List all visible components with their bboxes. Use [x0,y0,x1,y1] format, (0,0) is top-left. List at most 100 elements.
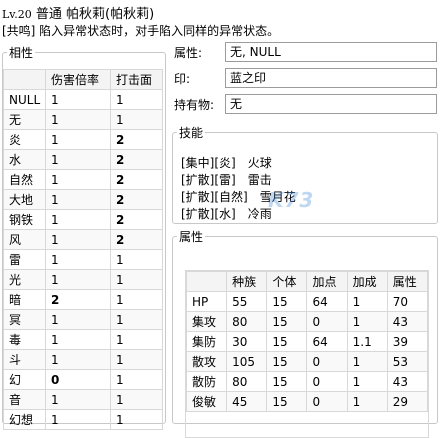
stat-iv-cell: 15 [266,351,308,372]
stat-points-cell: 64 [306,291,348,312]
stats-header-row: 种族 个体 加点 加成 属性 [185,271,429,292]
affinity-hits-cell: 2 [110,229,163,250]
affinity-damage-cell: 1 [45,389,111,410]
affinity-damage-cell: 1 [45,209,111,230]
stat-points-cell: 0 [306,351,348,372]
affinity-type-cell: 斗 [3,349,46,370]
attribute-label: 属性: [174,46,203,60]
stats-row[interactable]: HP 55 15 64 1 70 [185,291,429,312]
skills-legend: 技能 [179,126,204,140]
affinity-row[interactable]: 幻01 [3,369,163,390]
affinity-type-cell: 风 [3,229,46,250]
stat-value-cell: 29 [386,391,429,412]
held-item-label: 持有物: [174,98,215,112]
seal-field[interactable]: 蓝之印 [225,68,437,88]
affinity-row[interactable]: 钢铁 1 2 [3,209,163,230]
stat-name-cell: HP [185,291,228,312]
affinity-row[interactable]: 雷11 [3,249,163,270]
affinity-hits-cell: 1 [110,289,163,310]
affinity-type-cell: 炎 [3,129,46,150]
affinity-hits-cell: 1 [110,109,163,130]
affinity-damage-cell: 1 [45,269,111,290]
affinity-row[interactable]: NULL 1 1 [3,89,163,110]
affinity-damage-cell: 1 [45,149,111,170]
stat-bonus-cell: 1 [346,371,388,392]
stats-col-value[interactable]: 属性 [386,271,429,292]
stats-col-bonus[interactable]: 加成 [346,271,388,292]
affinity-row[interactable]: 冥11 [3,309,163,330]
affinity-type-cell: 音 [3,389,46,410]
stats-row[interactable]: 集攻 80 15 0 1 43 [185,311,429,332]
affinity-type-cell: 自然 [3,169,46,190]
affinity-row[interactable]: 水12 [3,149,163,170]
stat-value-cell: 43 [386,371,429,392]
affinity-type-cell: 钢铁 [3,209,46,230]
affinity-table: 伤害倍率 打击面 NULL 1 1 无 1 1 炎 1 2 水 1 2 自然 1 2 大地 1 2 钢铁 1 2 风 1 2 雷… [3,69,163,430]
affinity-hits-cell: 1 [110,349,163,370]
stat-name-cell: 集防 [185,331,228,352]
stat-base-cell: 55 [226,291,268,312]
affinity-damage-cell: 0 [45,369,111,390]
affinity-row[interactable]: 斗11 [3,349,163,370]
stat-name-cell: 散攻 [185,351,228,372]
stats-table: 种族 个体 加点 加成 属性 HP 55 15 64 1 70 集攻 80 15 0 1 43 集防 30… [185,271,429,412]
affinity-col-hits[interactable]: 打击面 [110,69,163,90]
affinity-type-cell: 雷 [3,249,46,270]
stats-legend: 属性 [179,230,204,244]
affinity-hits-cell: 1 [110,89,163,110]
affinity-damage-cell: 1 [45,249,111,270]
stats-row[interactable]: 散攻 105 15 0 1 53 [185,351,429,372]
affinity-header-row: 伤害倍率 打击面 [3,69,163,90]
stat-bonus-cell: 1 [346,351,388,372]
ability-description: [共鸣] 陷入异常状态时，对手陷入同样的异常状态。 [2,24,280,38]
affinity-row[interactable]: 无11 [3,109,163,130]
stat-iv-cell: 15 [266,331,308,352]
stat-iv-cell: 15 [266,311,308,332]
stat-iv-cell: 15 [266,391,308,412]
affinity-type-cell: 暗 [3,289,46,310]
skill-item: [集中][炎] 火球 [181,156,272,170]
stat-value-cell: 39 [386,331,429,352]
affinity-row[interactable]: 音11 [3,389,163,410]
affinity-row[interactable]: 大地 1 2 [3,189,163,210]
stats-row[interactable]: 俊敏 45 15 0 1 29 [185,391,429,412]
stat-bonus-cell: 1 [346,291,388,312]
affinity-damage-cell: 1 [45,329,111,350]
affinity-row[interactable]: 风12 [3,229,163,250]
affinity-row[interactable]: 光11 [3,269,163,290]
stat-points-cell: 0 [306,391,348,412]
affinity-row[interactable]: 暗21 [3,289,163,310]
monster-title: Lv.20 普通 帕秋莉(帕秋莉) [2,3,154,22]
affinity-damage-cell: 1 [45,129,111,150]
affinity-type-cell: 无 [3,109,46,130]
stats-col-points[interactable]: 加点 [306,271,348,292]
affinity-type-cell: NULL [3,89,46,110]
affinity-row[interactable]: 炎12 [3,129,163,150]
monster-name: 帕秋莉(帕秋莉) [66,7,155,22]
affinity-group: 相性 伤害倍率 打击面 NULL 1 1 无 1 1 炎 1 2 水 1 2 自然 1 2 大地 1 2 钢铁 1 2 风… [2,44,166,430]
affinity-hits-cell: 2 [110,169,163,190]
difficulty-label: 普通 [35,7,62,22]
stat-base-cell: 30 [226,331,268,352]
affinity-col-type[interactable] [3,69,46,90]
stats-col-base[interactable]: 种族 [226,271,268,292]
stats-col-iv[interactable]: 个体 [266,271,308,292]
affinity-row[interactable]: 自然 1 2 [3,169,163,190]
stat-iv-cell: 15 [266,371,308,392]
stat-points-cell: 64 [306,331,348,352]
attribute-field[interactable]: 无, NULL [225,42,437,62]
affinity-hits-cell: 1 [110,249,163,270]
stats-row[interactable]: 集防 30 15 64 1.1 39 [185,331,429,352]
affinity-hits-cell: 2 [110,129,163,150]
stats-col-name[interactable] [185,271,228,292]
held-item-field[interactable]: 无 [225,94,437,114]
affinity-col-damage[interactable]: 伤害倍率 [45,69,111,90]
affinity-damage-cell: 1 [45,309,111,330]
stats-row[interactable]: 散防 80 15 0 1 43 [185,371,429,392]
affinity-row[interactable]: 毒11 [3,329,163,350]
stat-bonus-cell: 1 [346,311,388,332]
affinity-damage-cell: 1 [45,349,111,370]
stats-table-container: 种族 个体 加点 加成 属性 HP 55 15 64 1 70 集攻 80 15 0 1 43 集防 30… [185,270,429,438]
affinity-hits-cell: 1 [110,309,163,330]
affinity-damage-cell: 1 [45,89,111,110]
